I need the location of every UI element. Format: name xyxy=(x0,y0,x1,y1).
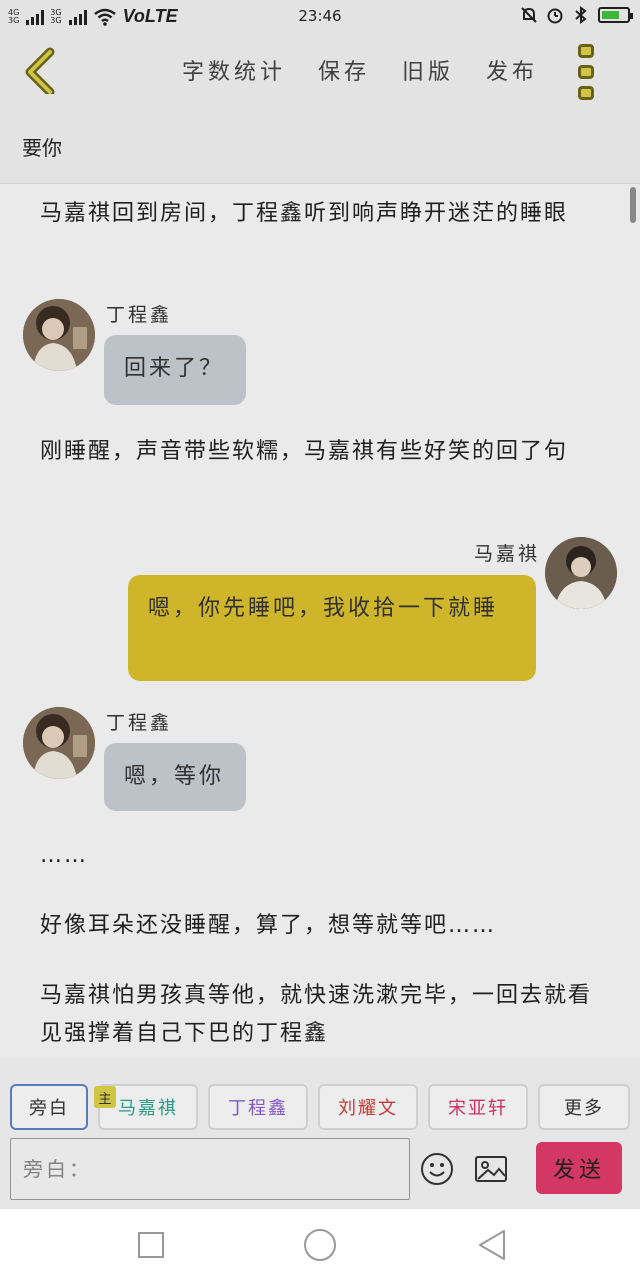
narration-1: 马嘉祺回到房间，丁程鑫听到响声睁开迷茫的睡眼 xyxy=(40,201,569,226)
old-version-button[interactable]: 旧版 xyxy=(402,54,454,86)
battery-icon xyxy=(598,7,633,23)
toolbar-actions: 字数统计 保存 旧版 发布 xyxy=(182,54,538,86)
message-bubble-right[interactable]: 嗯，你先睡吧，我收拾一下就睡 xyxy=(128,575,536,681)
role-chip-liu-yaowen[interactable]: 刘耀文 xyxy=(318,1084,418,1130)
narration-2: 刚睡醒，声音带些软糯，马嘉祺有些好笑的回了句 xyxy=(40,439,569,464)
back-icon[interactable] xyxy=(18,46,66,94)
host-badge: 主 xyxy=(94,1086,116,1108)
narration-4: 好像耳朵还没睡醒，算了，想等就等吧…… xyxy=(40,913,497,938)
send-button[interactable]: 发送 xyxy=(536,1142,622,1194)
story-content[interactable]: 马嘉祺回到房间，丁程鑫听到响声睁开迷茫的睡眼 丁程鑫 回来了？ 刚睡醒，声音带些… xyxy=(0,185,640,1058)
bluetooth-icon xyxy=(575,6,587,24)
message-bubble-left[interactable]: 嗯，等你 xyxy=(104,743,246,811)
image-icon[interactable] xyxy=(474,1152,508,1186)
avatar-ma-jiaqi[interactable] xyxy=(545,537,617,609)
speaker-name: 丁程鑫 xyxy=(106,712,173,734)
status-right xyxy=(520,6,633,24)
system-navbar xyxy=(0,1209,640,1280)
narration-3: …… xyxy=(40,843,88,868)
emoji-icon[interactable] xyxy=(420,1152,454,1186)
status-bar: 4G 3G 3G 3G VoLTE 23:46 xyxy=(0,0,640,34)
narration-5: 马嘉祺怕男孩真等他，就快速洗漱完毕，一回去就看见强撑着自己下巴的丁程鑫 xyxy=(40,983,593,1046)
save-button[interactable]: 保存 xyxy=(318,54,370,86)
role-chip-ding-chengxin[interactable]: 丁程鑫 xyxy=(208,1084,308,1130)
mute-bell-icon xyxy=(521,7,537,23)
scrollbar[interactable] xyxy=(630,187,636,223)
alarm-icon xyxy=(547,8,563,24)
role-chip-narrator[interactable]: 旁白 xyxy=(10,1084,88,1130)
chapter-title: 要你 xyxy=(22,136,62,160)
publish-button[interactable]: 发布 xyxy=(486,54,538,86)
role-chip-song-yaxuan[interactable]: 宋亚轩 xyxy=(428,1084,528,1130)
role-chip-more[interactable]: 更多 xyxy=(538,1084,630,1130)
speaker-name: 马嘉祺 xyxy=(474,543,541,565)
word-count-button[interactable]: 字数统计 xyxy=(182,54,286,86)
message-bubble-left[interactable]: 回来了？ xyxy=(104,335,246,405)
avatar-ding-chengxin[interactable] xyxy=(23,707,95,779)
chapter-title-bar[interactable]: 要你 xyxy=(0,110,640,184)
recent-apps-icon[interactable] xyxy=(133,1227,169,1263)
avatar-ding-chengxin[interactable] xyxy=(23,299,95,371)
role-selector: 旁白 马嘉祺 主 丁程鑫 刘耀文 宋亚轩 更多 xyxy=(0,1058,640,1130)
home-icon[interactable] xyxy=(302,1227,338,1263)
speaker-name: 丁程鑫 xyxy=(106,304,173,326)
message-input[interactable] xyxy=(10,1138,410,1200)
top-toolbar: 字数统计 保存 旧版 发布 xyxy=(0,34,640,110)
more-menu-icon[interactable] xyxy=(578,44,598,100)
input-row: 发送 xyxy=(0,1130,640,1209)
back-nav-icon[interactable] xyxy=(474,1227,510,1263)
